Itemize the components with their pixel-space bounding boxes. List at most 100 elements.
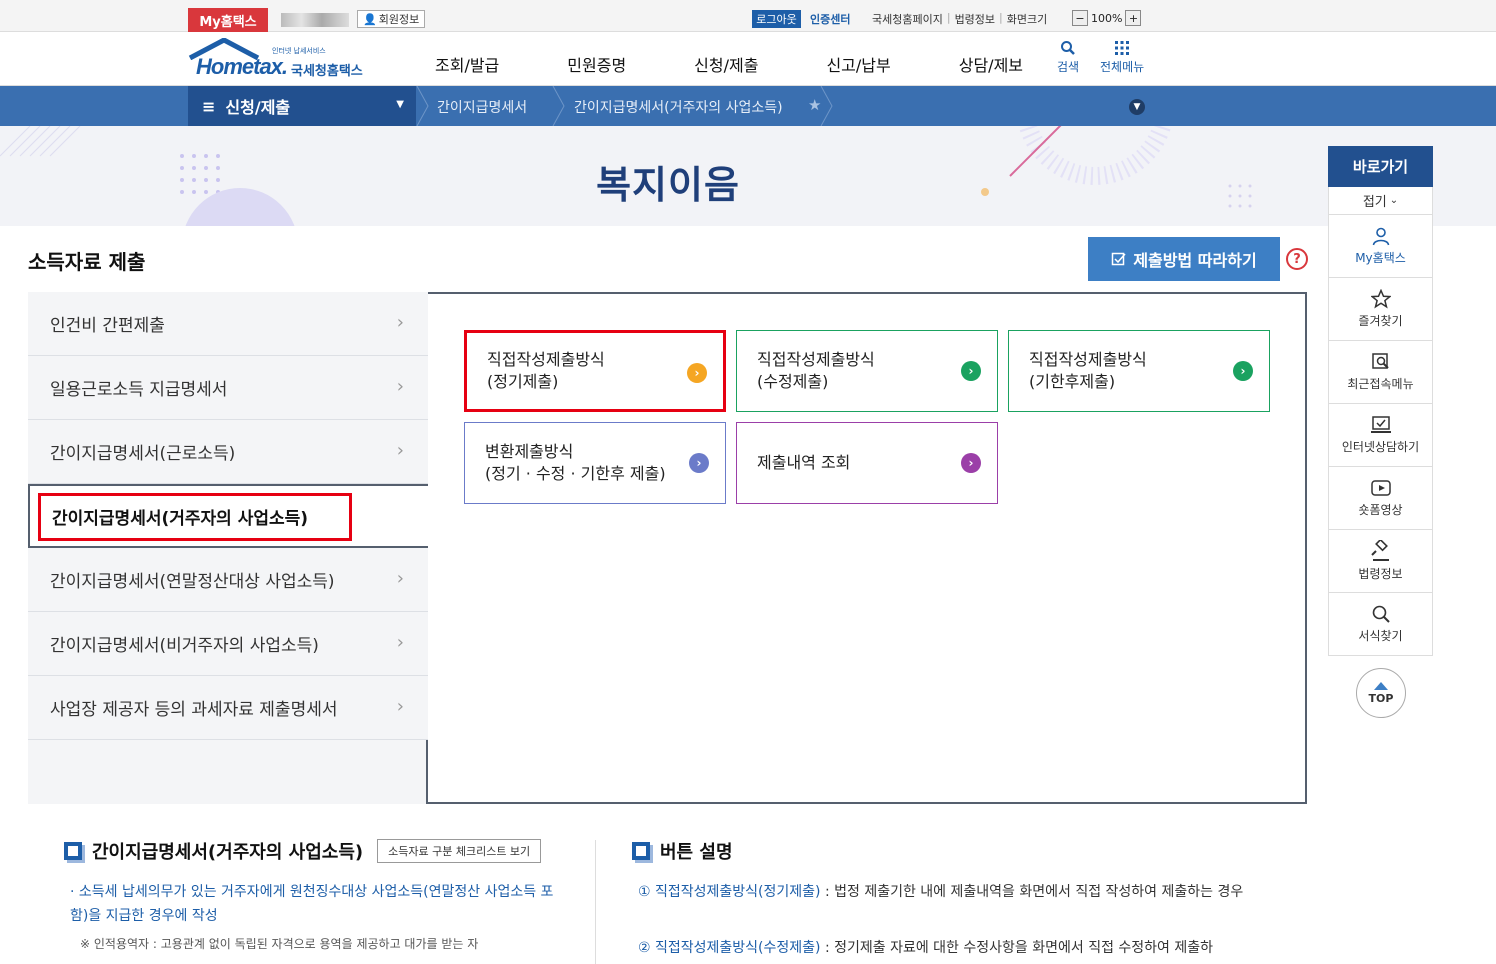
arrow-right-icon: › bbox=[1233, 361, 1253, 381]
quick-item-online-consult[interactable]: 인터넷상담하기 bbox=[1328, 404, 1433, 467]
side-menu-item-nonresident-business[interactable]: 간이지급명세서(비거주자의 사업소득) › bbox=[28, 612, 428, 676]
quick-item-law-info[interactable]: 법령정보 bbox=[1328, 530, 1433, 593]
breadcrumb-main-label: 신청/제출 bbox=[225, 98, 291, 117]
nav-certificates[interactable]: 민원증명 bbox=[567, 52, 626, 76]
zoom-in-button[interactable]: + bbox=[1125, 10, 1142, 26]
search-button[interactable]: 검색 bbox=[1057, 40, 1079, 75]
main-nav: 조회/발급 민원증명 신청/제출 신고/납부 상담/제보 bbox=[435, 52, 1091, 76]
side-menu-item-labor-cost[interactable]: 인건비 간편제출 › bbox=[28, 292, 428, 356]
search-label: 검색 bbox=[1057, 60, 1080, 74]
law-info-link[interactable]: 법령정보 bbox=[955, 11, 995, 27]
top-label: TOP bbox=[1368, 691, 1394, 705]
gavel-icon bbox=[1370, 540, 1389, 561]
checklist-button[interactable]: 소득자료 구분 체크리스트 보기 bbox=[377, 839, 542, 863]
arrow-right-icon: › bbox=[687, 363, 707, 383]
info-left-title: 간이지급명세서(거주자의 사업소득) bbox=[92, 842, 364, 863]
breadcrumb-item-resident-business[interactable]: 간이지급명세서(거주자의 사업소득) bbox=[574, 97, 783, 117]
zoom-out-button[interactable]: − bbox=[1072, 10, 1088, 26]
cert-center-link[interactable]: 인증센터 bbox=[810, 11, 850, 27]
chevron-right-icon: › bbox=[396, 312, 404, 333]
info-left-note: ※ 인적용역자 : 고용관계 없이 독립된 자격으로 용역을 제공하고 대가를 … bbox=[80, 937, 479, 951]
info-left-bullet: · 소득세 납세의무가 있는 거주자에게 원천징수대상 사업소득(연말정산 사업… bbox=[70, 884, 554, 924]
item-number: ① bbox=[638, 884, 651, 900]
scroll-top-button[interactable]: TOP bbox=[1356, 668, 1406, 718]
header: 인터넷 납세서비스 Hometax. 국세청홈택스 조회/발급 민원증명 신청/… bbox=[0, 32, 1496, 86]
card-label: 제출내역 조회 bbox=[757, 453, 851, 472]
all-menu-button[interactable]: 전체메뉴 bbox=[1100, 40, 1144, 75]
side-menu-item-label: 인건비 간편제출 bbox=[50, 316, 165, 336]
quick-item-label: 인터넷상담하기 bbox=[1341, 440, 1420, 454]
card-direct-amended[interactable]: 직접작성제출방식 (수정제출) › bbox=[736, 330, 998, 412]
breadcrumb: ≡ 신청/제출 ▼ 간이지급명세서 간이지급명세서(거주자의 사업소득) ★ bbox=[0, 86, 1496, 126]
divider: | bbox=[999, 11, 1003, 24]
logout-button[interactable]: 로그아웃 bbox=[752, 10, 801, 28]
nav-application[interactable]: 신청/제출 bbox=[694, 52, 758, 76]
user-name-blurred bbox=[281, 13, 349, 27]
item-name: 직접작성제출방식(정기제출) bbox=[655, 884, 821, 900]
button-desc-item: ① 직접작성제출방식(정기제출) : 법정 제출기한 내에 제출내역을 화면에서… bbox=[638, 880, 1278, 904]
quick-item-recent-menu[interactable]: 최근접속메뉴 bbox=[1328, 341, 1433, 404]
side-menu-item-earned-income[interactable]: 간이지급명세서(근로소득) › bbox=[28, 420, 428, 484]
quick-item-favorites[interactable]: 즐겨찾기 bbox=[1328, 278, 1433, 341]
breadcrumb-expand-icon[interactable]: ▼ bbox=[1129, 99, 1145, 115]
laptop-check-icon bbox=[1370, 416, 1391, 433]
breadcrumb-item-simple-statement[interactable]: 간이지급명세서 bbox=[437, 97, 527, 117]
breadcrumb-main-menu[interactable]: ≡ 신청/제출 ▼ bbox=[188, 86, 416, 126]
logo-wordmark: Hometax. bbox=[196, 54, 288, 79]
side-menu-item-daily-labor[interactable]: 일용근로소득 지급명세서 › bbox=[28, 356, 428, 420]
nav-inquiry[interactable]: 조회/발급 bbox=[435, 52, 499, 76]
arrow-right-icon: › bbox=[961, 361, 981, 381]
grid-icon bbox=[1115, 41, 1130, 55]
zoom-level: 100% bbox=[1091, 11, 1123, 25]
arrow-right-icon: › bbox=[961, 453, 981, 473]
side-menu-item-resident-business[interactable]: 간이지급명세서(거주자의 사업소득) bbox=[28, 484, 430, 548]
caret-down-icon: ▼ bbox=[396, 99, 404, 110]
side-menu-item-label: 일용근로소득 지급명세서 bbox=[50, 380, 228, 400]
divider: | bbox=[946, 11, 951, 24]
chevron-separator-icon bbox=[416, 86, 429, 126]
chevron-down-icon: ⌄ bbox=[1389, 195, 1399, 206]
side-menu-item-label: 간이지급명세서(근로소득) bbox=[50, 444, 236, 464]
side-menu-item-label: 간이지급명세서(비거주자의 사업소득) bbox=[50, 636, 319, 656]
card-label: 직접작성제출방식 (수정제출) bbox=[757, 350, 875, 391]
nav-consult[interactable]: 상담/제보 bbox=[959, 52, 1023, 76]
side-menu-item-workplace-provider[interactable]: 사업장 제공자 등의 과세자료 제출명세서 › bbox=[28, 676, 428, 740]
zoom-control: − 100% + bbox=[1072, 10, 1142, 26]
edit-check-icon bbox=[1112, 252, 1126, 266]
quick-item-my-hometax[interactable]: My홈택스 bbox=[1328, 215, 1433, 278]
star-outline-icon bbox=[1370, 289, 1391, 309]
help-icon[interactable]: ? bbox=[1286, 248, 1308, 270]
nts-homepage-link[interactable]: 국세청홈페이지 bbox=[872, 11, 943, 27]
banner-title: 복지이음 bbox=[596, 163, 740, 207]
hometax-logo[interactable]: 인터넷 납세서비스 Hometax. 국세청홈택스 bbox=[186, 38, 376, 82]
follow-guide-button[interactable]: 제출방법 따라하기 bbox=[1088, 237, 1280, 281]
info-left-heading: 간이지급명세서(거주자의 사업소득) 소득자료 구분 체크리스트 보기 bbox=[64, 838, 542, 864]
card-label: 변환제출방식 (정기 · 수정 · 기한후 제출) bbox=[485, 442, 666, 483]
chevron-right-icon: › bbox=[396, 568, 404, 589]
member-info-button[interactable]: 👤 회원정보 bbox=[357, 10, 426, 28]
logo-subtitle: 국세청홈택스 bbox=[291, 64, 363, 79]
card-direct-regular[interactable]: 직접작성제출방식 (정기제출) › bbox=[464, 330, 726, 412]
search-icon bbox=[1061, 41, 1075, 55]
info-right-heading: 버튼 설명 bbox=[632, 838, 733, 864]
arrow-right-icon: › bbox=[689, 453, 709, 473]
card-label: 직접작성제출방식 (기한후제출) bbox=[1029, 350, 1147, 391]
person-icon bbox=[1372, 227, 1389, 246]
item-desc: : 법정 제출기한 내에 제출내역을 화면에서 직접 작성하여 제출하는 경우 bbox=[820, 884, 1244, 900]
my-hometax-tag[interactable]: My홈택스 bbox=[188, 8, 268, 32]
quick-menu-title: 바로가기 bbox=[1328, 146, 1433, 187]
quick-menu-fold-button[interactable]: 접기 ⌄ bbox=[1328, 187, 1433, 215]
square-bullet-icon bbox=[632, 842, 650, 860]
item-number: ② bbox=[638, 940, 651, 956]
screen-size-label: 화면크기 bbox=[1006, 13, 1048, 26]
card-direct-late[interactable]: 직접작성제출방식 (기한후제출) › bbox=[1008, 330, 1270, 412]
chevron-right-icon: › bbox=[396, 632, 404, 653]
card-history-inquiry[interactable]: 제출내역 조회 › bbox=[736, 422, 998, 504]
side-menu-item-year-end-business[interactable]: 간이지급명세서(연말정산대상 사업소득) › bbox=[28, 548, 428, 612]
arrow-up-icon bbox=[1374, 681, 1388, 690]
card-conversion[interactable]: 변환제출방식 (정기 · 수정 · 기한후 제출) › bbox=[464, 422, 726, 504]
quick-item-form-search[interactable]: 서식찾기 bbox=[1328, 593, 1433, 656]
nav-filing[interactable]: 신고/납부 bbox=[826, 52, 890, 76]
quick-item-short-video[interactable]: 숏폼영상 bbox=[1328, 467, 1433, 530]
search-icon bbox=[1372, 605, 1390, 623]
